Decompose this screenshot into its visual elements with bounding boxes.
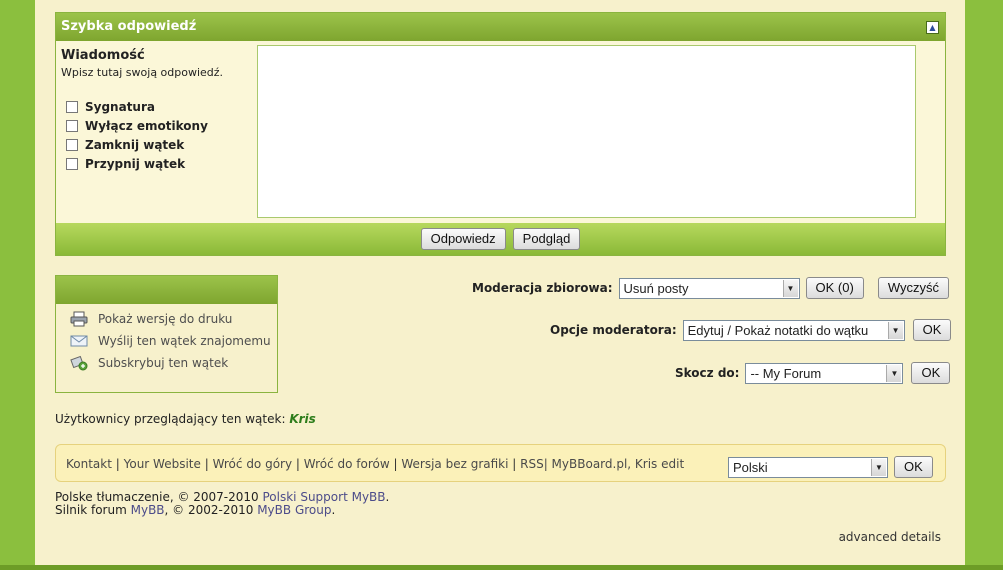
bulk-moderation-label: Moderacja zbiorowa: — [472, 281, 613, 295]
lite-version-link[interactable]: Wersja bez grafiki — [401, 457, 508, 471]
tool-label: Wyślij ten wątek znajomemu — [98, 334, 271, 348]
footer-links: Kontakt | Your Website | Wróć do góry | … — [66, 457, 685, 471]
language-value: Polski — [733, 459, 768, 475]
copyright-line-2: Silnik forum MyBB, © 2002-2010 MyBB Grou… — [55, 504, 389, 517]
option-label: Wyłącz emotikony — [85, 118, 208, 133]
back-to-forums-link[interactable]: Wróć do forów — [304, 457, 390, 471]
quick-reply-panel: Szybka odpowiedź ▲ Wiadomość Wpisz tutaj… — [55, 12, 946, 256]
moderator-options-label: Opcje moderatora: — [550, 323, 677, 337]
quick-reply-header: Szybka odpowiedź ▲ — [56, 13, 945, 41]
mybb-group-link[interactable]: MyBB Group — [257, 503, 331, 517]
jump-to-select[interactable]: -- My Forum ▼ — [745, 362, 904, 384]
back-to-top-link[interactable]: Wróć do góry — [213, 457, 293, 471]
copyright-text: Polske tłumaczenie, © 2007-2010 — [55, 490, 263, 504]
copyright-text: , © 2002-2010 — [164, 503, 258, 517]
message-textarea[interactable] — [257, 45, 916, 218]
moderator-options-select[interactable]: Edytuj / Pokaż notatki do wątku ▼ — [682, 319, 905, 341]
quick-reply-title: Szybka odpowiedź — [61, 19, 197, 34]
jump-to-value: -- My Forum — [750, 365, 822, 381]
option-label: Przypnij wątek — [85, 156, 186, 171]
contact-link[interactable]: Kontakt — [66, 457, 112, 471]
copyright-text: Silnik forum — [55, 503, 131, 517]
message-hint: Wpisz tutaj swoją odpowiedź. — [61, 66, 224, 79]
jump-ok-button[interactable]: OK — [911, 362, 951, 384]
footer-bar: Kontakt | Your Website | Wróć do góry | … — [55, 444, 946, 482]
thread-viewers: Użytkownicy przeglądający ten wątek: Kri… — [55, 412, 316, 426]
reply-button[interactable]: Odpowiedz — [420, 228, 506, 250]
moderator-options-value: Edytuj / Pokaż notatki do wątku — [687, 322, 869, 338]
mybb-link[interactable]: MyBB — [131, 503, 165, 517]
moderator-ok-button[interactable]: OK — [912, 319, 952, 341]
language-ok-button[interactable]: OK — [894, 456, 933, 478]
quick-reply-footer: Odpowiedz Podgląd — [56, 223, 945, 255]
bulk-moderation-select[interactable]: Usuń posty ▼ — [618, 277, 800, 299]
page-bottom-border — [0, 565, 1003, 570]
option-signature[interactable]: Sygnatura — [61, 97, 249, 116]
chevron-down-icon: ▼ — [886, 364, 902, 382]
copyright: Polske tłumaczenie, © 2007-2010 Polski S… — [55, 491, 389, 517]
copyright-text: . — [331, 503, 336, 517]
subscribe-link[interactable]: Subskrybuj ten wątek — [56, 352, 277, 374]
option-disable-smilies[interactable]: Wyłącz emotikony — [61, 116, 249, 135]
bulk-moderation-value: Usuń posty — [623, 280, 689, 296]
jump-to-label: Skocz do: — [675, 366, 740, 380]
tool-label: Pokaż wersję do druku — [98, 312, 233, 326]
advanced-details-link[interactable]: advanced details — [839, 530, 941, 544]
preview-button[interactable]: Podgląd — [512, 228, 581, 250]
viewers-label: Użytkownicy przeglądający ten wątek: — [55, 412, 286, 426]
chevron-down-icon: ▼ — [871, 458, 886, 476]
option-label: Sygnatura — [85, 99, 155, 114]
polish-support-link[interactable]: Polski Support MyBB — [263, 490, 386, 504]
disable-smilies-checkbox[interactable] — [66, 119, 78, 132]
language-select[interactable]: Polski ▼ — [728, 456, 888, 478]
option-stick-thread[interactable]: Przypnij wątek — [61, 154, 249, 173]
stick-thread-checkbox[interactable] — [66, 157, 78, 170]
option-label: Zamknij wątek — [85, 137, 185, 152]
bulk-moderation-row: Moderacja zbiorowa: Usuń posty ▼ OK (0) … — [472, 277, 949, 299]
page-container: Szybka odpowiedź ▲ Wiadomość Wpisz tutaj… — [35, 0, 965, 565]
jump-to-row: Skocz do: -- My Forum ▼ OK — [675, 362, 951, 384]
mail-icon — [70, 333, 88, 349]
send-to-friend-link[interactable]: Wyślij ten wątek znajomemu — [56, 330, 277, 352]
viewer-username[interactable]: Kris — [289, 412, 315, 426]
subscribe-icon — [70, 355, 88, 371]
chevron-down-icon: ▼ — [887, 321, 903, 339]
quick-reply-sidebar: Wiadomość Wpisz tutaj swoją odpowiedź. S… — [56, 42, 254, 222]
language-row: Polski ▼ OK — [728, 456, 933, 478]
rss-link[interactable]: RSS| MyBBoard.pl, Kris edit — [520, 457, 684, 471]
tool-label: Subskrybuj ten wątek — [98, 356, 229, 370]
close-thread-checkbox[interactable] — [66, 138, 78, 151]
printer-icon — [70, 311, 88, 327]
thread-tools-header — [56, 276, 277, 304]
signature-checkbox[interactable] — [66, 100, 78, 113]
copyright-text: . — [385, 490, 390, 504]
bulk-ok-button[interactable]: OK (0) — [805, 277, 864, 299]
clear-button[interactable]: Wyczyść — [877, 277, 949, 299]
collapse-icon[interactable]: ▲ — [926, 21, 939, 34]
chevron-down-icon: ▼ — [782, 279, 798, 297]
print-version-link[interactable]: Pokaż wersję do druku — [56, 308, 277, 330]
thread-tools-panel: Pokaż wersję do druku Wyślij ten wątek z… — [55, 275, 278, 393]
reply-options: Sygnatura Wyłącz emotikony Zamknij wątek… — [61, 97, 249, 173]
moderator-options-row: Opcje moderatora: Edytuj / Pokaż notatki… — [550, 319, 952, 341]
message-label: Wiadomość — [61, 48, 145, 63]
your-website-link[interactable]: Your Website — [124, 457, 201, 471]
option-close-thread[interactable]: Zamknij wątek — [61, 135, 249, 154]
